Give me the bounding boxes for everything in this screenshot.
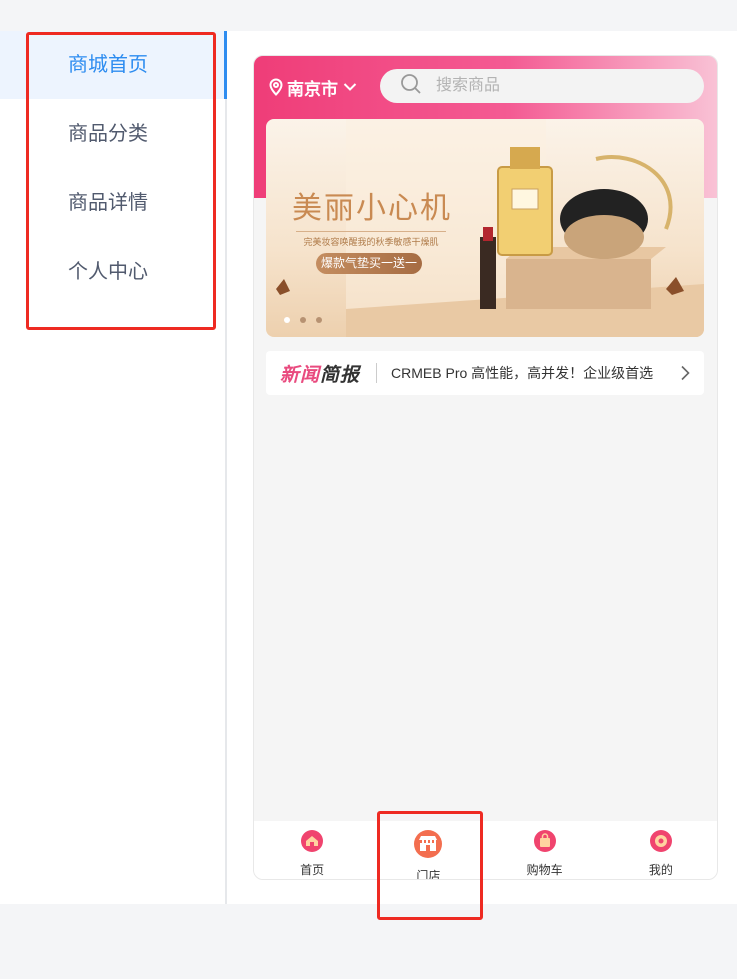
promo-banner[interactable]: 美丽小心机 完美妆容唤醒我的秋季敏感干燥肌 爆款气垫买一送一 — [266, 119, 704, 337]
news-logo-part1: 新闻 — [280, 364, 321, 386]
news-logo: 新闻简报 — [280, 360, 360, 387]
carousel-dots — [284, 317, 322, 323]
search-bar[interactable] — [380, 69, 704, 103]
news-logo-part2: 简报 — [320, 364, 361, 386]
carousel-dot[interactable] — [284, 317, 290, 323]
banner-title: 美丽小心机 — [292, 192, 452, 225]
banner-tag: 爆款气垫买一送一 — [316, 253, 422, 274]
chevron-right-icon[interactable] — [680, 365, 690, 386]
search-icon — [400, 73, 422, 100]
banner-subtitle: 完美妆容唤醒我的秋季敏感干燥肌 — [296, 231, 446, 248]
location-selector[interactable]: 南京市 — [268, 74, 357, 100]
tab-home-label: 首页 — [300, 863, 325, 877]
home-icon — [300, 829, 324, 858]
highlight-box-store-tab — [377, 811, 483, 920]
tab-bar: 首页 门店 购物车 我的 — [254, 821, 717, 879]
location-pin-icon — [268, 78, 284, 96]
banner-illustration — [276, 119, 704, 337]
location-label: 南京市 — [287, 79, 338, 99]
carousel-dot[interactable] — [300, 317, 306, 323]
chevron-down-icon — [343, 82, 357, 92]
news-ticker[interactable]: 新闻简报 CRMEB Pro 高性能，高并发！企业级首选 — [266, 351, 704, 395]
carousel-dot[interactable] — [316, 317, 322, 323]
tab-mine[interactable]: 我的 — [603, 821, 717, 879]
tab-cart-label: 购物车 — [526, 863, 563, 877]
tab-home[interactable]: 首页 — [254, 821, 370, 879]
highlight-box-sidebar — [26, 32, 216, 330]
news-divider — [376, 363, 378, 383]
search-input[interactable] — [434, 76, 678, 96]
tab-cart[interactable]: 购物车 — [487, 821, 603, 879]
user-icon — [649, 829, 673, 858]
cart-icon — [533, 829, 557, 858]
phone-preview: 南京市 美丽小心机 完美妆容唤醒我的秋季敏感干燥肌 爆 — [253, 55, 718, 880]
sidebar-active-indicator — [224, 31, 227, 99]
news-text: CRMEB Pro 高性能，高并发！企业级首选 — [391, 365, 654, 381]
tab-mine-label: 我的 — [648, 863, 673, 877]
